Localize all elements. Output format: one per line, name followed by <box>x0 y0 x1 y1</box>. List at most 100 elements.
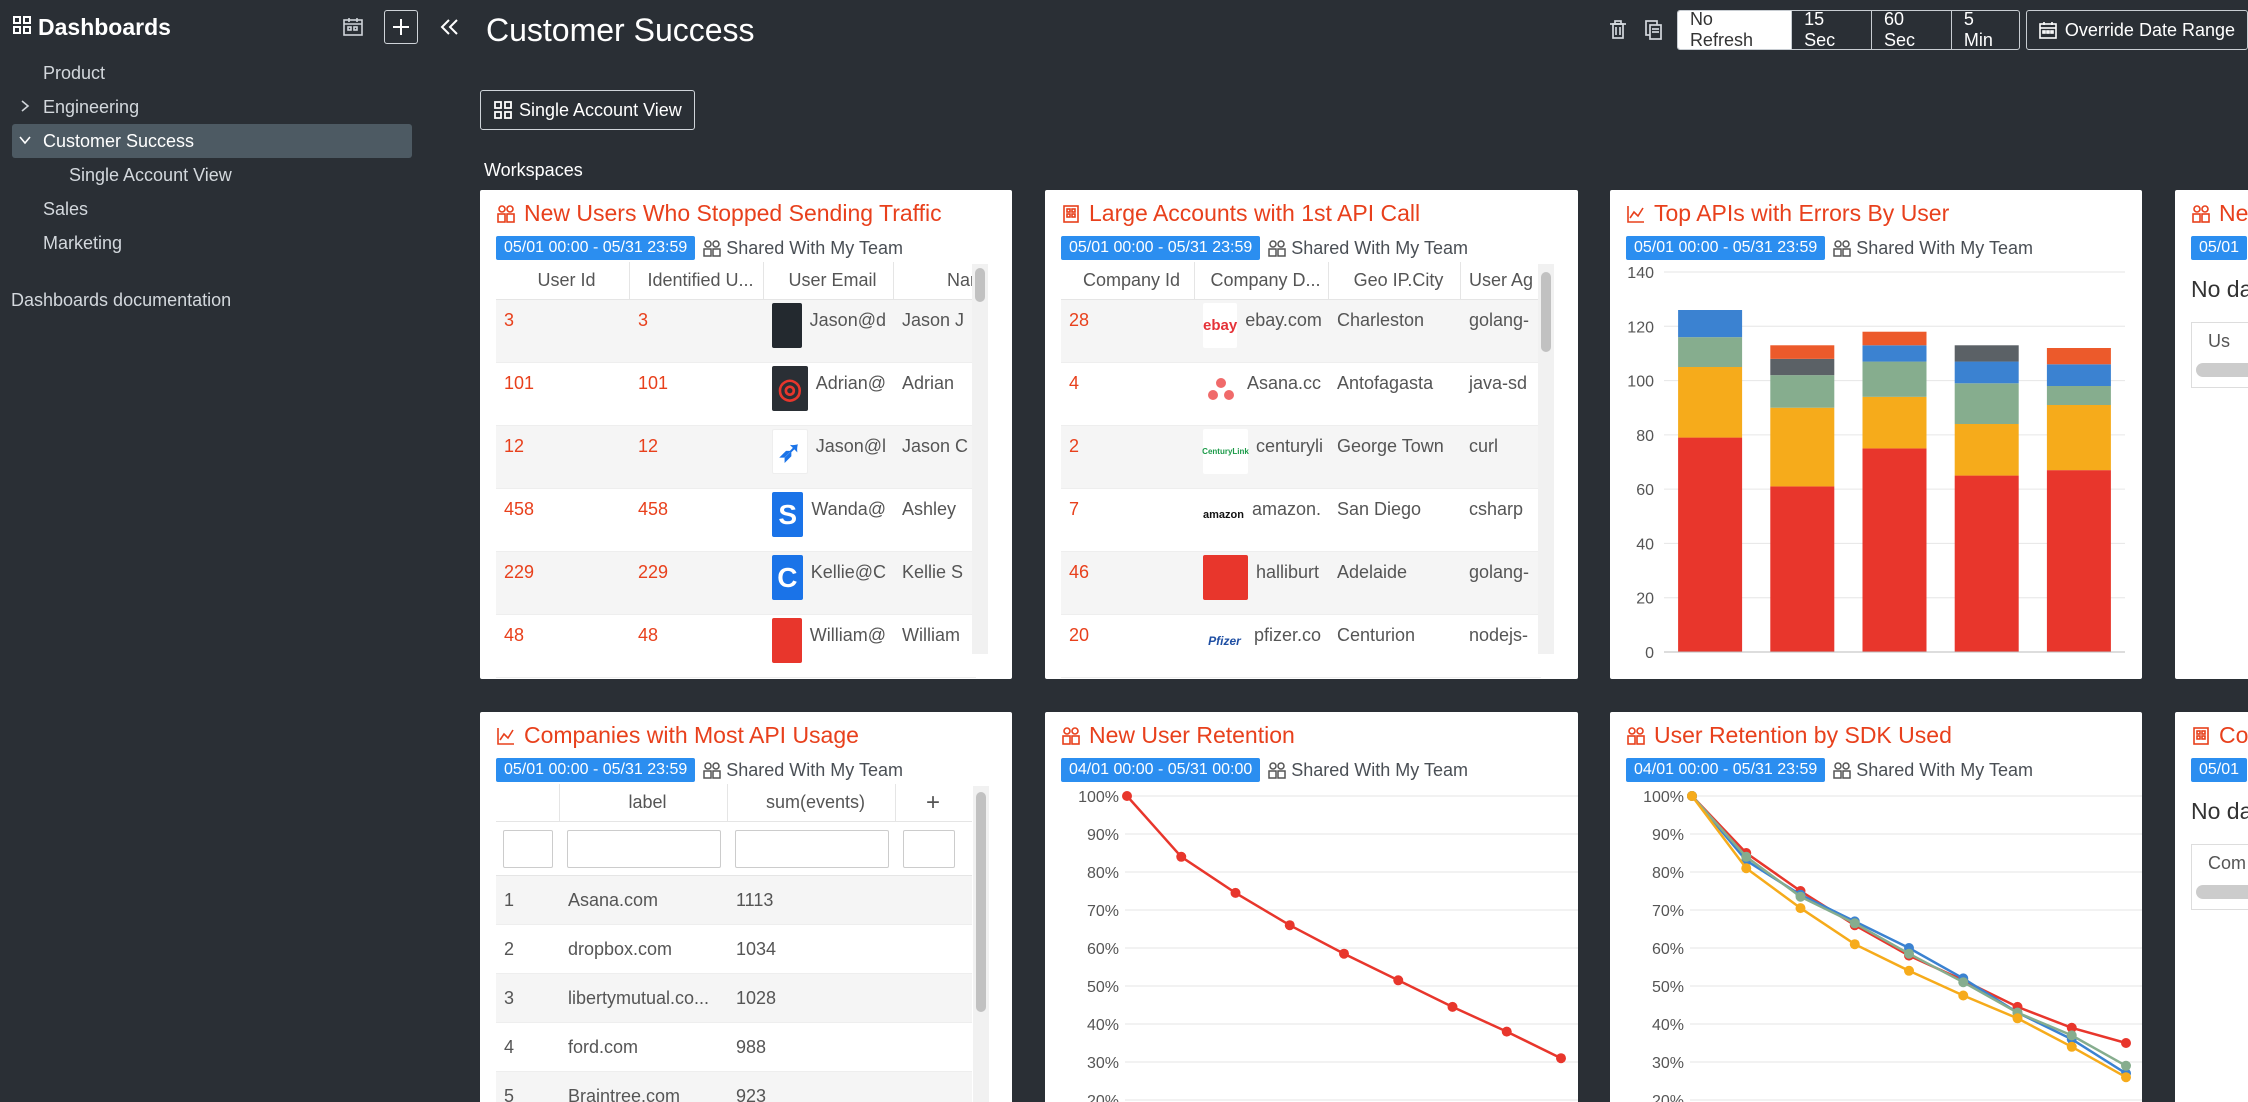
data-point[interactable] <box>2012 1013 2023 1024</box>
column-header[interactable]: Nar <box>894 262 976 300</box>
calendar-grid-button[interactable] <box>336 10 370 44</box>
data-point[interactable] <box>1339 948 1349 959</box>
scrollbar-thumb[interactable] <box>1541 272 1551 352</box>
refresh-option-60-sec[interactable]: 60 Sec <box>1872 11 1952 49</box>
column-header[interactable]: User Ag <box>1461 262 1541 300</box>
date-range-badge[interactable]: 05/01 00:00 - 05/31 23:59 <box>1061 236 1261 260</box>
data-point[interactable] <box>2121 1060 2131 1071</box>
table-scrollbar[interactable] <box>972 264 988 654</box>
data-point[interactable] <box>2121 1038 2131 1048</box>
table-row[interactable]: 48 48 William@ William <box>496 615 976 678</box>
data-point[interactable] <box>1849 918 1860 929</box>
data-point[interactable] <box>1795 903 1806 914</box>
bar-segment[interactable] <box>1954 424 2019 476</box>
data-point[interactable] <box>1122 791 1132 801</box>
duplicate-button[interactable] <box>1635 10 1670 50</box>
bar-segment[interactable] <box>1862 448 1927 652</box>
column-header[interactable]: Geo IP.City <box>1329 261 1461 300</box>
date-range-badge[interactable]: 05/01 00:00 - 05/31 23:59 <box>496 758 696 782</box>
bar-segment[interactable] <box>1678 367 1743 438</box>
date-range-badge[interactable]: 05/01 <box>2191 236 2248 260</box>
table-row[interactable]: 1 Asana.com 1113 <box>496 876 972 925</box>
series-line[interactable] <box>1691 795 2127 1045</box>
bar-segment[interactable] <box>2046 470 2111 652</box>
column-header[interactable]: User Id <box>496 261 630 300</box>
data-point[interactable] <box>2121 1072 2131 1083</box>
date-range-badge[interactable]: 05/01 00:00 - 05/31 23:59 <box>496 236 696 260</box>
bar-segment[interactable] <box>1862 361 1927 397</box>
retention-line-chart[interactable]: 100% 90% 80% 70% 60% 50% 40% 30% 20% <box>1045 712 1578 1102</box>
data-point[interactable] <box>1958 990 1969 1001</box>
table-row[interactable]: 3 3 Jason@d Jason J <box>496 300 976 363</box>
bar-segment[interactable] <box>1862 396 1927 449</box>
label-filter-input[interactable] <box>567 829 721 868</box>
chevron-down-icon[interactable] <box>18 133 32 147</box>
bar-segment[interactable] <box>2046 348 2111 365</box>
date-range-badge[interactable]: 05/01 <box>2191 758 2248 782</box>
data-point[interactable] <box>1284 920 1295 931</box>
data-point[interactable] <box>2066 1041 2077 1052</box>
column-header[interactable]: label <box>560 783 728 822</box>
stacked-bar-chart[interactable]: 0 20 40 60 80 100 120 140 <box>1610 190 2142 679</box>
bar-segment[interactable] <box>1678 437 1743 652</box>
events-filter-input[interactable] <box>735 829 889 868</box>
bar-segment[interactable] <box>1770 345 1835 359</box>
table-row[interactable]: 20 Pfizer pfizer.co Centurion nodejs- <box>1061 615 1541 678</box>
series-line[interactable] <box>1691 795 2127 1067</box>
data-point[interactable] <box>2066 1030 2077 1041</box>
bar-segment[interactable] <box>1954 345 2019 362</box>
table-row[interactable]: 2 dropbox.com 1034 <box>496 925 972 974</box>
bar-segment[interactable] <box>1678 337 1743 367</box>
data-point[interactable] <box>1741 851 1752 862</box>
data-point[interactable] <box>1176 851 1187 862</box>
data-point[interactable] <box>1849 939 1860 950</box>
sdk-retention-line-chart[interactable]: 100% 90% 80% 70% 60% 50% 40% 30% 20% <box>1610 712 2142 1102</box>
table-row[interactable]: 101 101 ◎ Adrian@ Adrian <box>496 363 976 426</box>
filter-input[interactable] <box>903 829 955 868</box>
data-point[interactable] <box>1393 975 1404 986</box>
table-row[interactable]: 46 halliburt Adelaide golang- <box>1061 552 1541 615</box>
column-header[interactable]: User Email <box>764 261 894 300</box>
data-point[interactable] <box>1556 1053 1566 1064</box>
bar-segment[interactable] <box>1678 310 1743 338</box>
table-row[interactable]: 4 ford.com 988 <box>496 1023 972 1072</box>
collapse-sidebar-button[interactable] <box>432 10 466 44</box>
sidebar-item-marketing[interactable]: Marketing <box>12 226 412 260</box>
add-column-button[interactable]: + <box>896 784 962 822</box>
card-title[interactable]: Large Accounts with 1st API Call <box>1061 200 1568 227</box>
data-point[interactable] <box>1904 948 1914 959</box>
card-title[interactable]: Ne <box>2191 200 2248 227</box>
filter-input[interactable] <box>503 829 553 868</box>
sidebar-item-single-account-view[interactable]: Single Account View <box>12 158 412 192</box>
data-point[interactable] <box>1958 977 1969 988</box>
refresh-option-none[interactable]: No Refresh <box>1677 11 1793 49</box>
data-point[interactable] <box>1687 791 1697 801</box>
sidebar-item-customer-success[interactable]: Customer Success <box>12 124 412 158</box>
data-point[interactable] <box>1230 887 1241 898</box>
override-date-range-button[interactable]: Override Date Range <box>2025 10 2248 50</box>
dashboards-documentation-link[interactable]: Dashboards documentation <box>11 290 231 311</box>
sidebar-item-sales[interactable]: Sales <box>12 192 412 226</box>
scrollbar-thumb[interactable] <box>975 268 985 302</box>
sidebar-item-engineering[interactable]: Engineering <box>12 90 412 124</box>
column-header[interactable]: Com <box>2192 845 2248 874</box>
card-title[interactable]: Co <box>2191 722 2248 749</box>
column-header[interactable]: Us <box>2192 323 2248 352</box>
series-line[interactable] <box>1126 795 1562 1060</box>
data-point[interactable] <box>1501 1026 1512 1037</box>
table-row[interactable]: 7 amazon amazon. San Diego csharp <box>1061 489 1541 552</box>
table-row[interactable]: 229 229 C Kellie@C Kellie S <box>496 552 976 615</box>
bar-segment[interactable] <box>1770 486 1835 652</box>
bar-segment[interactable] <box>2046 386 2111 405</box>
card-title[interactable]: Companies with Most API Usage <box>496 722 1002 749</box>
bar-segment[interactable] <box>1954 361 2019 384</box>
table-row[interactable]: 2 CenturyLink centuryli George Town curl <box>1061 426 1541 489</box>
chevron-right-icon[interactable] <box>18 99 32 113</box>
bar-segment[interactable] <box>1770 358 1835 376</box>
column-header[interactable]: Company D... <box>1195 261 1329 300</box>
table-row[interactable]: 12 12 ➶ Jason@l Jason C <box>496 426 976 489</box>
column-header[interactable]: Company Id <box>1061 261 1195 300</box>
table-row[interactable]: 5 Braintree.com 923 <box>496 1072 972 1102</box>
bar-segment[interactable] <box>1862 331 1927 346</box>
refresh-option-5-min[interactable]: 5 Min <box>1952 11 2019 49</box>
